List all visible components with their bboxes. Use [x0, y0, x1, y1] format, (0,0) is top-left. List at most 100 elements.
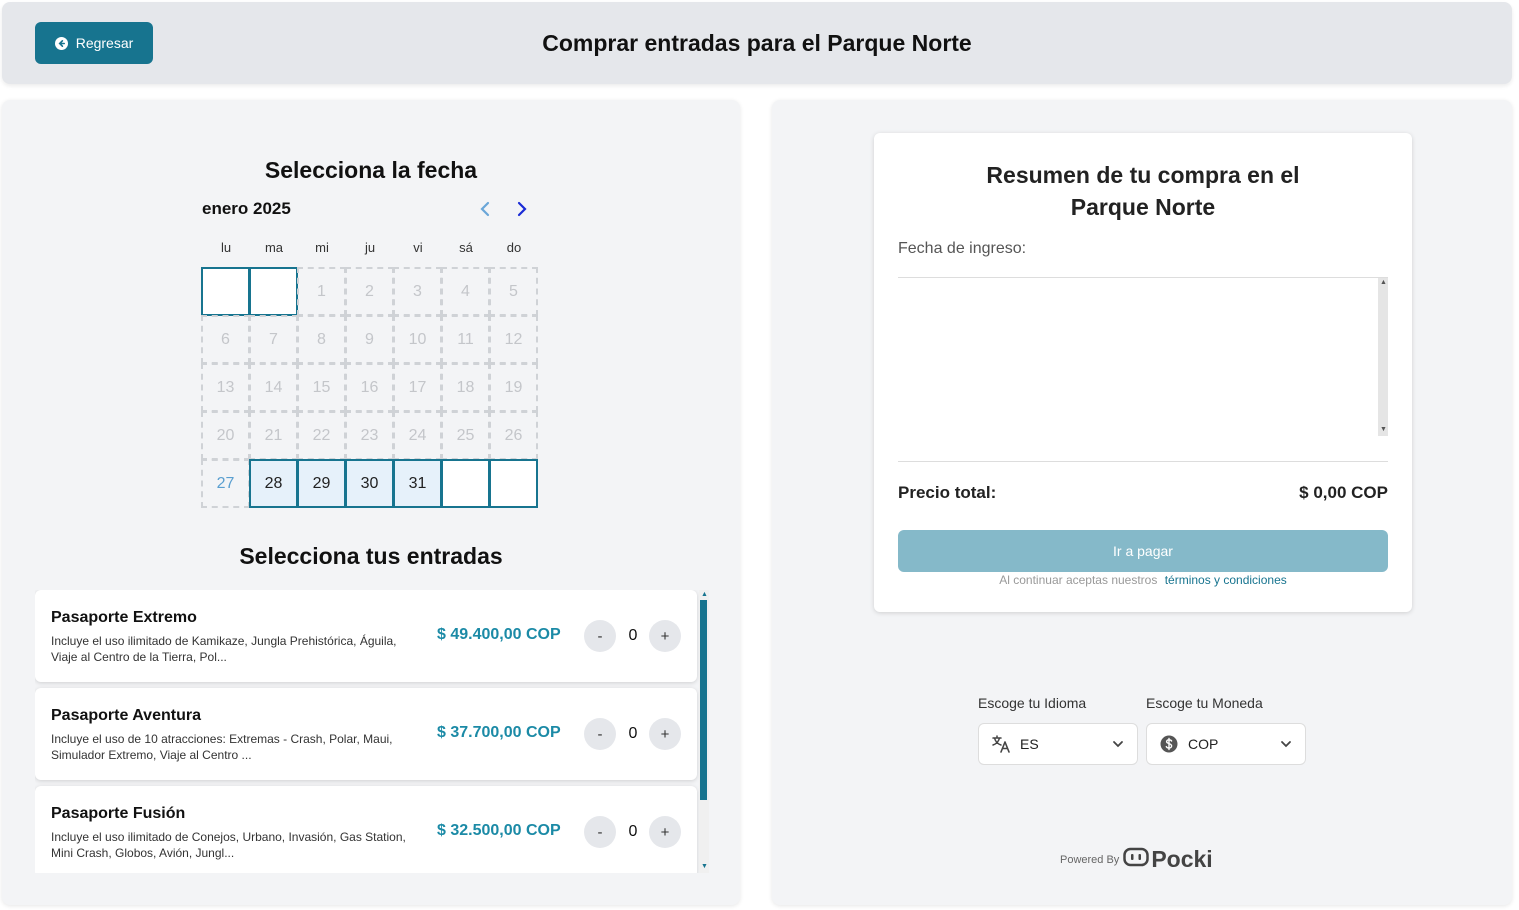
calendar-day: 23 — [345, 411, 394, 460]
weekday-label: lu — [220, 240, 232, 255]
language-select[interactable]: ES — [978, 723, 1138, 765]
ticket-name: Pasaporte Fusión — [51, 805, 186, 822]
brand-logo: Pocki — [1123, 846, 1213, 873]
ticket-description: Incluye el uso de 10 atracciones: Extrem… — [51, 732, 393, 762]
total-value: $ 0,00 COP — [1299, 483, 1388, 502]
calendar-day: 9 — [345, 315, 394, 364]
pocki-logo-icon — [1123, 846, 1150, 873]
ticket-quantity: 0 — [628, 823, 638, 840]
terms-link[interactable]: términos y condiciones — [1165, 573, 1287, 587]
ticket-description: Incluye el uso ilimitado de Kamikaze, Ju… — [51, 634, 397, 664]
calendar-day: 13 — [201, 363, 250, 412]
calendar-day: 2 — [345, 267, 394, 316]
currency-select[interactable]: COP — [1146, 723, 1306, 765]
calendar-day: 22 — [297, 411, 346, 460]
chevron-down-icon — [1111, 737, 1125, 751]
ticket-price: $ 32.500,00 COP — [437, 822, 561, 839]
increase-quantity-button[interactable]: + — [649, 718, 681, 750]
next-month-icon[interactable] — [511, 198, 533, 220]
weekday-header: lu ma mi ju vi sá do — [202, 240, 538, 255]
ticket-list-scroll-thumb[interactable] — [700, 600, 707, 800]
language-label: Escoge tu Idioma — [978, 695, 1087, 711]
ticket-card: Pasaporte Fusión Incluye el uso ilimitad… — [35, 786, 697, 873]
ticket-quantity: 0 — [628, 627, 638, 644]
summary-title-line: Parque Norte — [1070, 194, 1216, 220]
currency-label: Escoge tu Moneda — [1146, 695, 1263, 711]
calendar-day: 4 — [441, 267, 490, 316]
calendar-day: 5 — [489, 267, 538, 316]
scroll-down-icon[interactable]: ▼ — [1380, 426, 1387, 433]
brand-name: Pocki — [1151, 846, 1213, 872]
total-label: Precio total: — [898, 483, 997, 502]
calendar-day: 25 — [441, 411, 490, 460]
summary-title: Resumen de tu compra en el Parque Norte — [874, 159, 1412, 223]
top-bar: Regresar Comprar entradas para el Parque… — [2, 2, 1512, 84]
increase-quantity-button[interactable]: + — [649, 816, 681, 848]
decrease-quantity-button[interactable]: - — [584, 718, 616, 750]
increase-quantity-button[interactable]: + — [649, 620, 681, 652]
weekday-label: ju — [364, 240, 376, 255]
currency-value: COP — [1188, 736, 1219, 752]
calendar-day: 24 — [393, 411, 442, 460]
calendar-day: 26 — [489, 411, 538, 460]
calendar-day: 14 — [249, 363, 298, 412]
summary-items-box: ▲ ▼ — [898, 277, 1388, 439]
pay-button[interactable]: Ir a pagar — [898, 530, 1388, 572]
calendar-day[interactable]: 30 — [345, 459, 394, 508]
ticket-list: Pasaporte Extremo Incluye el uso ilimita… — [35, 590, 711, 873]
powered-by-label: Powered By — [1060, 853, 1120, 866]
page-title: Comprar entradas para el Parque Norte — [542, 30, 972, 56]
currency-coin-icon — [1159, 734, 1179, 754]
calendar-day: 1 — [297, 267, 346, 316]
calendar-day: 3 — [393, 267, 442, 316]
tickets-section-title: Selecciona tus entradas — [239, 543, 503, 569]
weekday-label: do — [506, 240, 522, 255]
weekday-label: vi — [413, 240, 423, 255]
scroll-down-icon[interactable]: ▼ — [701, 863, 708, 870]
prev-month-icon[interactable] — [474, 198, 496, 220]
entry-date-label: Fecha de ingreso: — [898, 240, 1027, 257]
terms-notice: Al continuar aceptas nuestros términos y… — [874, 573, 1412, 587]
decrease-quantity-button[interactable]: - — [584, 816, 616, 848]
calendar-day[interactable]: 29 — [297, 459, 346, 508]
scroll-up-icon[interactable]: ▲ — [701, 591, 708, 598]
calendar-day: 16 — [345, 363, 394, 412]
calendar-day: 7 — [249, 315, 298, 364]
calendar-month: enero 2025 — [202, 199, 291, 218]
ticket-price: $ 49.400,00 COP — [437, 626, 561, 643]
calendar-day — [441, 459, 490, 508]
weekday-label: sá — [459, 240, 473, 255]
calendar-grid: 1 2 3 4 5 6 7 8 9 10 11 12 13 14 15 16 17 18 19 20 21 22 23 24 2… — [201, 267, 540, 508]
ticket-description: Incluye el uso ilimitado de Conejos, Urb… — [51, 830, 406, 860]
summary-panel: Resumen de tu compra en el Parque Norte … — [772, 100, 1512, 905]
calendar-day: 12 — [489, 315, 538, 364]
ticket-name: Pasaporte Extremo — [51, 609, 197, 626]
language-value: ES — [1020, 736, 1039, 752]
ticket-card: Pasaporte Aventura Incluye el uso de 10 … — [35, 688, 697, 780]
date-section-title: Selecciona la fecha — [264, 157, 478, 183]
calendar-day: 10 — [393, 315, 442, 364]
calendar-day — [489, 459, 538, 508]
calendar-day[interactable]: 31 — [393, 459, 442, 508]
calendar-day[interactable]: 28 — [249, 459, 298, 508]
calendar-day: 11 — [441, 315, 490, 364]
calendar-day: 21 — [249, 411, 298, 460]
calendar-day: 15 — [297, 363, 346, 412]
calendar-day: 27 — [201, 459, 250, 508]
decrease-quantity-button[interactable]: - — [584, 620, 616, 652]
summary-title-line: Resumen de tu compra en el — [986, 162, 1300, 188]
weekday-label: ma — [264, 240, 284, 255]
calendar-day — [249, 267, 298, 316]
scroll-up-icon[interactable]: ▲ — [1380, 279, 1387, 286]
translate-icon — [991, 734, 1011, 754]
calendar-day: 19 — [489, 363, 538, 412]
terms-text: Al continuar aceptas nuestros — [999, 573, 1158, 587]
divider — [898, 461, 1388, 462]
purchase-summary-card: Resumen de tu compra en el Parque Norte … — [874, 133, 1412, 612]
summary-scrollbar[interactable]: ▲ ▼ — [1378, 278, 1388, 436]
chevron-down-icon — [1279, 737, 1293, 751]
calendar-day: 18 — [441, 363, 490, 412]
powered-by: Powered By Pocki — [1060, 846, 1213, 873]
calendar-day — [201, 267, 250, 316]
calendar-day: 17 — [393, 363, 442, 412]
